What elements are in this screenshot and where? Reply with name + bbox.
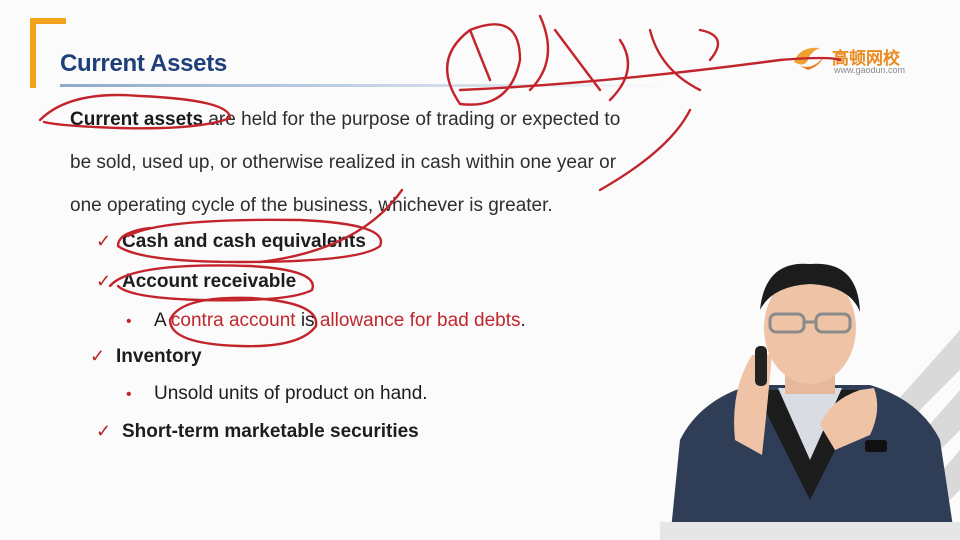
subitem-contra-account: • A contra account is allowance for bad d…	[126, 310, 526, 332]
contra-account-text: contra account	[170, 310, 296, 331]
subitem-end: .	[520, 310, 526, 331]
item-label: Account receivable	[122, 271, 297, 292]
bullet-icon: •	[126, 313, 132, 330]
intro-line-3: one operating cycle of the business, whi…	[70, 195, 553, 216]
presenter-video	[660, 263, 960, 540]
slide-title: Current Assets	[60, 50, 227, 77]
title-underline	[60, 84, 670, 87]
check-icon: ✓	[96, 271, 112, 291]
subitem-text: Unsold units of product on hand.	[154, 383, 428, 404]
brand-logo: 高顿网校 www.gaodun.com	[790, 38, 930, 78]
list-item-receivable: ✓ Account receivable	[96, 271, 296, 293]
intro-line-1: are held for the purpose of trading or e…	[203, 109, 621, 130]
intro-line-2: be sold, used up, or otherwise realized …	[70, 152, 617, 173]
bullet-icon: •	[126, 386, 132, 403]
subitem-unsold-units: • Unsold units of product on hand.	[126, 383, 428, 405]
intro-paragraph: Current assets are held for the purpose …	[70, 98, 710, 227]
allowance-text: allowance for bad debts	[319, 310, 521, 331]
logo-url: www.gaodun.com	[834, 65, 906, 75]
list-item-securities: ✓ Short-term marketable securities	[96, 421, 419, 443]
list-item-inventory: ✓ Inventory	[90, 346, 202, 368]
subitem-prefix: A	[154, 310, 171, 331]
check-icon: ✓	[96, 231, 112, 251]
logo-mark-icon	[794, 47, 824, 70]
list-item-cash: ✓ Cash and cash equivalents	[96, 231, 366, 253]
check-icon: ✓	[96, 421, 112, 441]
item-label: Cash and cash equivalents	[122, 231, 366, 252]
term-current-assets: Current assets	[70, 109, 204, 130]
check-icon: ✓	[90, 346, 106, 366]
item-label: Inventory	[116, 346, 202, 367]
subitem-mid: is	[295, 310, 320, 331]
item-label: Short-term marketable securities	[122, 421, 419, 442]
video-frame: Current Assets 高顿网校 www.gaodun.com Curre…	[0, 0, 960, 540]
